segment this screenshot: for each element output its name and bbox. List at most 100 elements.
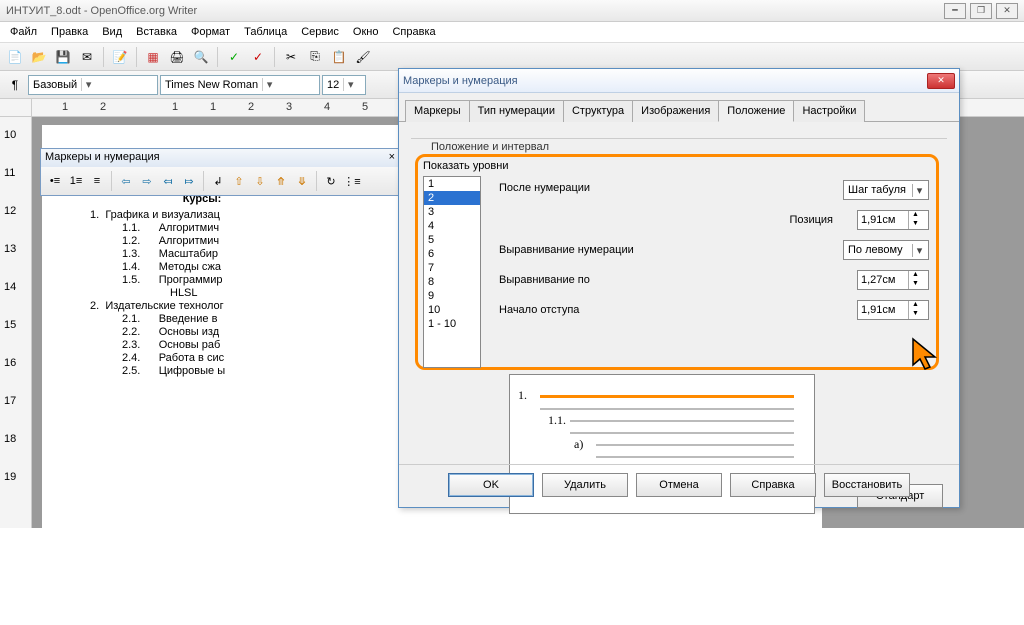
spin-down-icon[interactable]: ▼ [908,280,922,289]
position-spinner[interactable]: ▲▼ [857,210,929,230]
tab-graphics[interactable]: Изображения [632,100,719,122]
menu-format[interactable]: Формат [185,24,236,40]
after-numbering-combo[interactable]: Шаг табуля▾ [843,180,929,200]
move-down-sub-icon[interactable]: ⤋ [292,171,312,191]
level-item[interactable]: 6 [424,247,480,261]
dialog-titlebar[interactable]: Маркеры и нумерация ✕ [399,69,959,93]
float-toolbar-title: Маркеры и нумерация [45,151,160,165]
fieldset-label: Положение и интервал [427,141,553,153]
paste-icon[interactable]: 📋 [328,46,350,68]
menu-view[interactable]: Вид [96,24,128,40]
bullets-dialog-icon[interactable]: ⋮≡ [342,171,362,191]
dropdown-icon: ▾ [912,184,926,197]
spin-up-icon[interactable]: ▲ [908,211,922,220]
numbering-icon[interactable]: 1≡ [66,171,86,191]
bullets-numbering-toolbar[interactable]: Маркеры и нумерация × •≡ 1≡ ≡ ⇦ ⇨ ⤆ ⤇ ↲ … [40,148,400,196]
level-item[interactable]: 8 [424,275,480,289]
preview-icon[interactable]: 🔍 [190,46,212,68]
level-item[interactable]: 5 [424,233,480,247]
vertical-ruler: 10 11 12 13 14 15 16 17 18 19 [0,117,32,528]
dropdown-icon: ▾ [912,244,926,257]
dropdown-icon: ▾ [81,78,95,91]
insert-unnumbered-icon[interactable]: ↲ [208,171,228,191]
reset-button[interactable]: Восстановить [824,473,910,497]
autospell-icon[interactable]: ✓ [247,46,269,68]
promote-sub-icon[interactable]: ⤆ [158,171,178,191]
pdf-icon[interactable]: ▦ [142,46,164,68]
cut-icon[interactable]: ✂ [280,46,302,68]
indent-at-input[interactable] [858,304,908,316]
outline-off-icon[interactable]: ≡ [87,171,107,191]
open-icon[interactable]: 📂 [28,46,50,68]
print-icon[interactable]: 🖨 [166,46,188,68]
position-input[interactable] [858,214,908,226]
aligned-at-spinner[interactable]: ▲▼ [857,270,929,290]
format-paint-icon[interactable]: 🖌 [352,46,374,68]
new-doc-icon[interactable]: 📄 [4,46,26,68]
level-item[interactable]: 3 [424,205,480,219]
dialog-button-row: OK Удалить Отмена Справка Восстановить [399,464,959,497]
ok-button[interactable]: OK [448,473,534,497]
levels-listbox[interactable]: 1 2 3 4 5 6 7 8 9 10 1 - 10 [423,176,481,368]
move-up-sub-icon[interactable]: ⤊ [271,171,291,191]
dialog-title: Маркеры и нумерация [403,75,518,87]
minimize-button[interactable]: ━ [944,3,966,19]
indent-at-spinner[interactable]: ▲▼ [857,300,929,320]
demote-sub-icon[interactable]: ⤇ [179,171,199,191]
spin-up-icon[interactable]: ▲ [908,271,922,280]
tab-outline[interactable]: Структура [563,100,633,122]
numbering-alignment-label: Выравнивание нумерации [499,244,679,256]
menu-file[interactable]: Файл [4,24,43,40]
cancel-button[interactable]: Отмена [636,473,722,497]
menu-insert[interactable]: Вставка [130,24,183,40]
tab-options[interactable]: Настройки [793,100,865,122]
level-item[interactable]: 7 [424,261,480,275]
menu-edit[interactable]: Правка [45,24,94,40]
spin-down-icon[interactable]: ▼ [908,220,922,229]
dialog-body: Положение и интервал Показать уровни 1 2… [399,122,959,151]
dialog-tabs: Маркеры Тип нумерации Структура Изображе… [399,93,959,122]
tab-numbering-type[interactable]: Тип нумерации [469,100,564,122]
level-item[interactable]: 1 [424,177,480,191]
float-toolbar-close[interactable]: × [389,151,395,165]
level-item[interactable]: 9 [424,289,480,303]
tab-bullets[interactable]: Маркеры [405,100,470,122]
level-item[interactable]: 4 [424,219,480,233]
font-size-value: 12 [327,79,339,91]
promote-one-icon[interactable]: ⇦ [116,171,136,191]
level-item[interactable]: 1 - 10 [424,317,480,331]
email-icon[interactable]: ✉ [76,46,98,68]
bullets-icon[interactable]: •≡ [45,171,65,191]
move-down-icon[interactable]: ⇩ [250,171,270,191]
position-label: Позиция [790,214,834,226]
close-button[interactable]: ✕ [996,3,1018,19]
spin-down-icon[interactable]: ▼ [908,310,922,319]
demote-one-icon[interactable]: ⇨ [137,171,157,191]
bullets-numbering-dialog: Маркеры и нумерация ✕ Маркеры Тип нумера… [398,68,960,508]
remove-button[interactable]: Удалить [542,473,628,497]
restart-numbering-icon[interactable]: ↻ [321,171,341,191]
menu-help[interactable]: Справка [386,24,441,40]
menu-window[interactable]: Окно [347,24,385,40]
aligned-at-input[interactable] [858,274,908,286]
save-icon[interactable]: 💾 [52,46,74,68]
maximize-button[interactable]: ❐ [970,3,992,19]
styles-icon[interactable]: ¶ [4,74,26,96]
numbering-alignment-combo[interactable]: По левому▾ [843,240,929,260]
help-button[interactable]: Справка [730,473,816,497]
level-item[interactable]: 2 [424,191,480,205]
tab-position[interactable]: Положение [718,100,794,122]
move-up-icon[interactable]: ⇧ [229,171,249,191]
level-item[interactable]: 10 [424,303,480,317]
after-numbering-label: После нумерации [499,182,679,194]
paragraph-style-combo[interactable]: Базовый▾ [28,75,158,95]
spin-up-icon[interactable]: ▲ [908,301,922,310]
font-size-combo[interactable]: 12▾ [322,75,366,95]
copy-icon[interactable]: ⎘ [304,46,326,68]
edit-icon[interactable]: 📝 [109,46,131,68]
font-name-combo[interactable]: Times New Roman▾ [160,75,320,95]
dialog-close-button[interactable]: ✕ [927,73,955,89]
menu-table[interactable]: Таблица [238,24,293,40]
menu-tools[interactable]: Сервис [295,24,345,40]
spellcheck-icon[interactable]: ✓ [223,46,245,68]
